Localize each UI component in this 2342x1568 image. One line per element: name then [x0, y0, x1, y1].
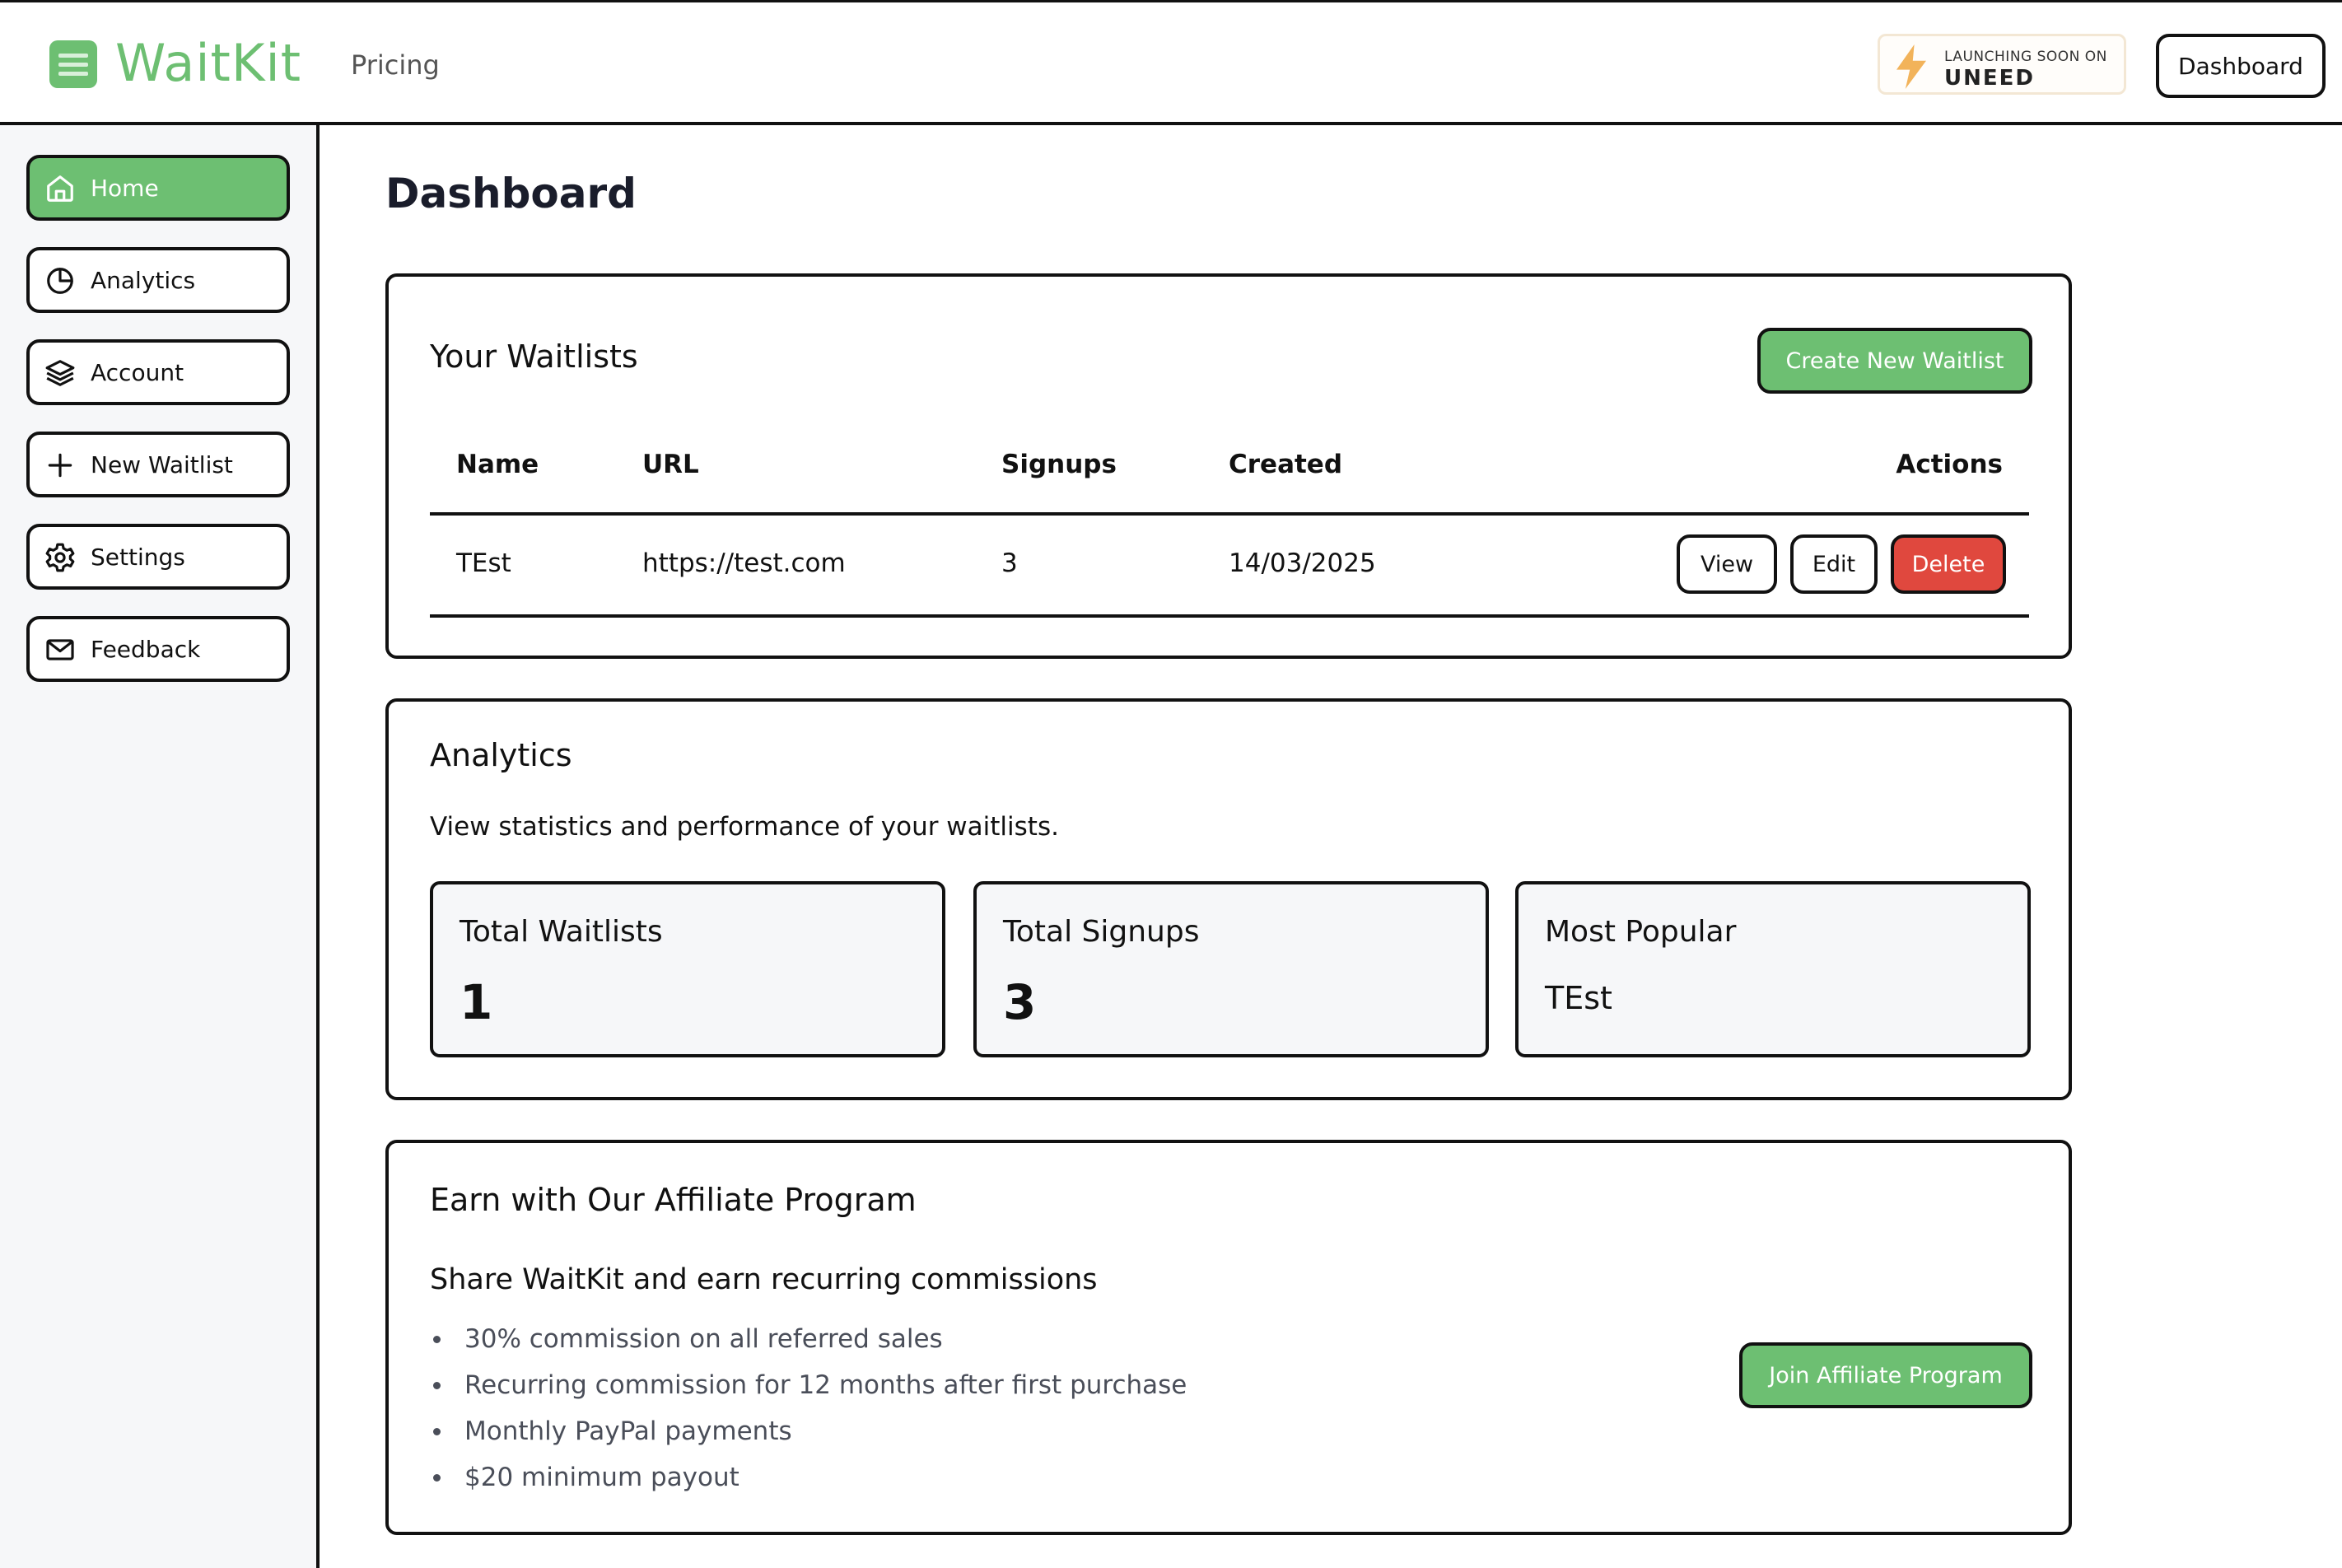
sidebar-item-label: Analytics	[91, 267, 196, 294]
stat-label: Total Signups	[1003, 915, 1200, 949]
cell-name: TEst	[456, 548, 511, 578]
pie-chart-icon	[47, 268, 73, 294]
dashboard-button[interactable]: Dashboard	[2156, 34, 2326, 98]
stat-card-most-popular: Most Popular TEst	[1515, 881, 2031, 1057]
table-row: TEst https://test.com 3 14/03/2025 View …	[430, 514, 2029, 613]
affiliate-benefits-list: 30% commission on all referred sales Rec…	[430, 1316, 1187, 1500]
plus-icon	[48, 453, 72, 478]
column-header-name[interactable]: Name	[456, 441, 539, 488]
brand-name[interactable]: WaitKit	[115, 30, 301, 96]
sidebar-item-label: Settings	[91, 544, 185, 571]
sidebar: Home Analytics Account New Waitlist Sett…	[0, 125, 320, 1568]
edit-button[interactable]: Edit	[1790, 534, 1878, 594]
affiliate-card: Earn with Our Affiliate Program Share Wa…	[385, 1140, 2072, 1535]
mail-icon	[46, 639, 74, 660]
column-header-url[interactable]: URL	[642, 441, 699, 488]
sidebar-item-label: New Waitlist	[91, 451, 233, 478]
cell-url[interactable]: https://test.com	[642, 539, 846, 588]
stat-value: TEst	[1545, 980, 1612, 1016]
list-item: Monthly PayPal payments	[430, 1408, 1187, 1454]
sidebar-item-home[interactable]: Home	[26, 155, 290, 221]
cell-signups: 3	[1001, 548, 1018, 578]
top-bar: WaitKit Pricing LAUNCHING SOON ON UNEED …	[0, 0, 2342, 125]
delete-button[interactable]: Delete	[1891, 534, 2006, 594]
waitlists-card: Your Waitlists Create New Waitlist Name …	[385, 273, 2072, 659]
stat-label: Most Popular	[1545, 915, 1737, 949]
sidebar-item-label: Account	[91, 359, 184, 386]
badge-brand: UNEED	[1944, 66, 2035, 91]
sidebar-item-new-waitlist[interactable]: New Waitlist	[26, 432, 290, 497]
list-item: 30% commission on all referred sales	[430, 1316, 1187, 1362]
sidebar-item-feedback[interactable]: Feedback	[26, 616, 290, 682]
page-title: Dashboard	[385, 170, 637, 217]
logo-icon[interactable]	[49, 40, 97, 88]
analytics-card: Analytics View statistics and performanc…	[385, 698, 2072, 1100]
layers-icon	[45, 360, 75, 386]
nav-link-pricing[interactable]: Pricing	[351, 47, 440, 83]
stat-value: 1	[460, 974, 493, 1030]
join-affiliate-button[interactable]: Join Affiliate Program	[1739, 1342, 2032, 1408]
analytics-title: Analytics	[430, 737, 572, 773]
badge-text: LAUNCHING SOON ON	[1944, 49, 2107, 65]
stat-card-total-waitlists: Total Waitlists 1	[430, 881, 945, 1057]
sidebar-item-label: Feedback	[91, 636, 201, 663]
affiliate-subtitle: Share WaitKit and earn recurring commiss…	[430, 1263, 1098, 1296]
analytics-description: View statistics and performance of your …	[430, 812, 1059, 842]
cell-created: 14/03/2025	[1229, 548, 1376, 578]
launch-badge[interactable]: LAUNCHING SOON ON UNEED	[1878, 34, 2126, 95]
table-row-divider	[430, 614, 2029, 618]
list-item: Recurring commission for 12 months after…	[430, 1362, 1187, 1408]
sidebar-item-account[interactable]: Account	[26, 339, 290, 405]
lightning-icon	[1896, 44, 1926, 89]
affiliate-title: Earn with Our Affiliate Program	[430, 1182, 917, 1218]
list-item: $20 minimum payout	[430, 1454, 1187, 1500]
home-icon	[47, 175, 73, 202]
stat-label: Total Waitlists	[460, 915, 663, 949]
stat-value: 3	[1003, 974, 1037, 1030]
sidebar-item-label: Home	[91, 175, 159, 202]
stat-card-total-signups: Total Signups 3	[973, 881, 1489, 1057]
column-header-signups[interactable]: Signups	[1001, 441, 1117, 488]
gear-icon	[45, 543, 75, 572]
column-header-created[interactable]: Created	[1229, 441, 1342, 488]
column-header-actions: Actions	[1896, 450, 2003, 479]
waitlists-title: Your Waitlists	[430, 338, 638, 375]
view-button[interactable]: View	[1677, 534, 1777, 594]
table-header: Name URL Signups Created Actions	[430, 441, 2029, 488]
sidebar-item-settings[interactable]: Settings	[26, 524, 290, 590]
sidebar-item-analytics[interactable]: Analytics	[26, 247, 290, 313]
create-waitlist-button[interactable]: Create New Waitlist	[1757, 328, 2032, 394]
